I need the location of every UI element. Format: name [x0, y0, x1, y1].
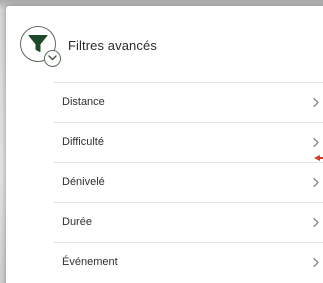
filter-item-label: Difficulté	[62, 136, 104, 148]
filter-list: Distance Difficulté Dénivelé Durée Événe…	[54, 82, 323, 282]
chevron-down-icon	[48, 55, 57, 61]
red-arrow-pointer-icon	[314, 155, 320, 161]
filter-item-duration[interactable]: Durée	[54, 202, 323, 242]
advanced-filters-panel: Filtres avancés Distance Difficulté Déni…	[6, 6, 323, 283]
filter-item-elevation[interactable]: Dénivelé	[54, 162, 323, 202]
filter-item-label: Distance	[62, 96, 105, 108]
chevron-right-icon	[313, 137, 319, 148]
filter-item-difficulty[interactable]: Difficulté	[54, 122, 323, 162]
panel-header: Filtres avancés	[6, 6, 323, 82]
filter-item-label: Événement	[62, 256, 118, 268]
filter-item-label: Dénivelé	[62, 176, 105, 188]
chevron-right-icon	[313, 177, 319, 188]
chevron-right-icon	[313, 97, 319, 108]
filter-item-label: Durée	[62, 216, 92, 228]
chevron-right-icon	[313, 217, 319, 228]
filter-item-event[interactable]: Événement	[54, 242, 323, 282]
panel-title: Filtres avancés	[68, 38, 157, 53]
filter-toggle-button[interactable]	[20, 26, 61, 67]
screen: Filtres avancés Distance Difficulté Déni…	[0, 0, 323, 283]
filter-funnel-icon	[28, 35, 48, 52]
filter-item-distance[interactable]: Distance	[54, 82, 323, 122]
chevron-down-badge	[44, 50, 61, 67]
chevron-right-icon	[313, 257, 319, 268]
